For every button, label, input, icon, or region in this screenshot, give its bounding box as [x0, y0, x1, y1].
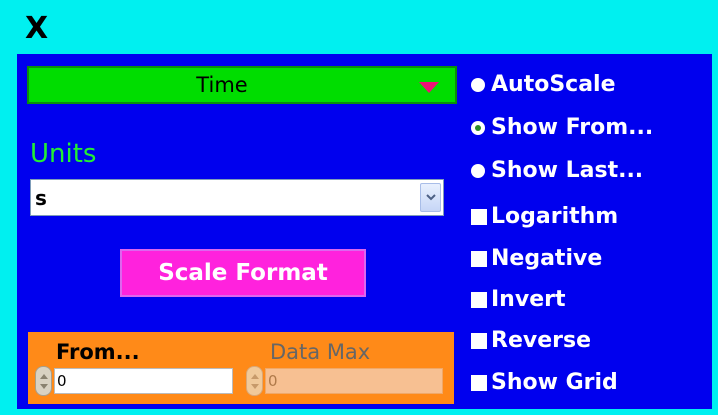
- spinner-down-icon: [40, 384, 48, 389]
- window-title: X: [25, 11, 49, 46]
- units-value: s: [35, 186, 47, 210]
- checkbox-icon: [471, 375, 487, 391]
- units-label: Units: [30, 139, 97, 169]
- from-field[interactable]: 0: [54, 368, 233, 394]
- radio-selected-icon: [471, 121, 485, 135]
- checkbox-icon: [471, 209, 487, 225]
- radio-icon: [471, 164, 485, 178]
- scale-format-button[interactable]: Scale Format: [120, 249, 366, 297]
- option-label: Invert: [491, 287, 566, 312]
- option-label: Logarithm: [491, 204, 619, 229]
- spinner-up-icon: [40, 374, 48, 379]
- option-label: Show Last...: [491, 158, 644, 183]
- checkbox-icon: [471, 333, 487, 349]
- spinner-down-icon: [251, 384, 259, 389]
- range-max-label: Data Max: [270, 340, 371, 364]
- dropdown-arrow-icon: [419, 82, 439, 93]
- from-spinner[interactable]: [35, 366, 52, 396]
- checkbox-icon: [471, 292, 487, 308]
- radio-icon: [471, 78, 485, 92]
- max-field: 0: [265, 368, 443, 394]
- quantity-select[interactable]: Time: [27, 66, 457, 104]
- chevron-down-icon: [426, 194, 436, 201]
- range-from-label: From...: [56, 340, 140, 364]
- option-label: Show Grid: [491, 370, 618, 395]
- checkbox-icon: [471, 251, 487, 267]
- combo-dropdown-button[interactable]: [420, 183, 441, 212]
- max-spinner: [246, 366, 263, 396]
- option-label: Negative: [491, 246, 603, 271]
- option-label: AutoScale: [491, 72, 616, 97]
- option-label: Show From...: [491, 115, 654, 140]
- units-combo[interactable]: s: [30, 179, 444, 216]
- option-label: Reverse: [491, 328, 591, 353]
- axis-settings-window: X Time Units s Scale Format From... Data…: [0, 0, 718, 415]
- quantity-select-value: Time: [196, 73, 248, 97]
- spinner-up-icon: [251, 374, 259, 379]
